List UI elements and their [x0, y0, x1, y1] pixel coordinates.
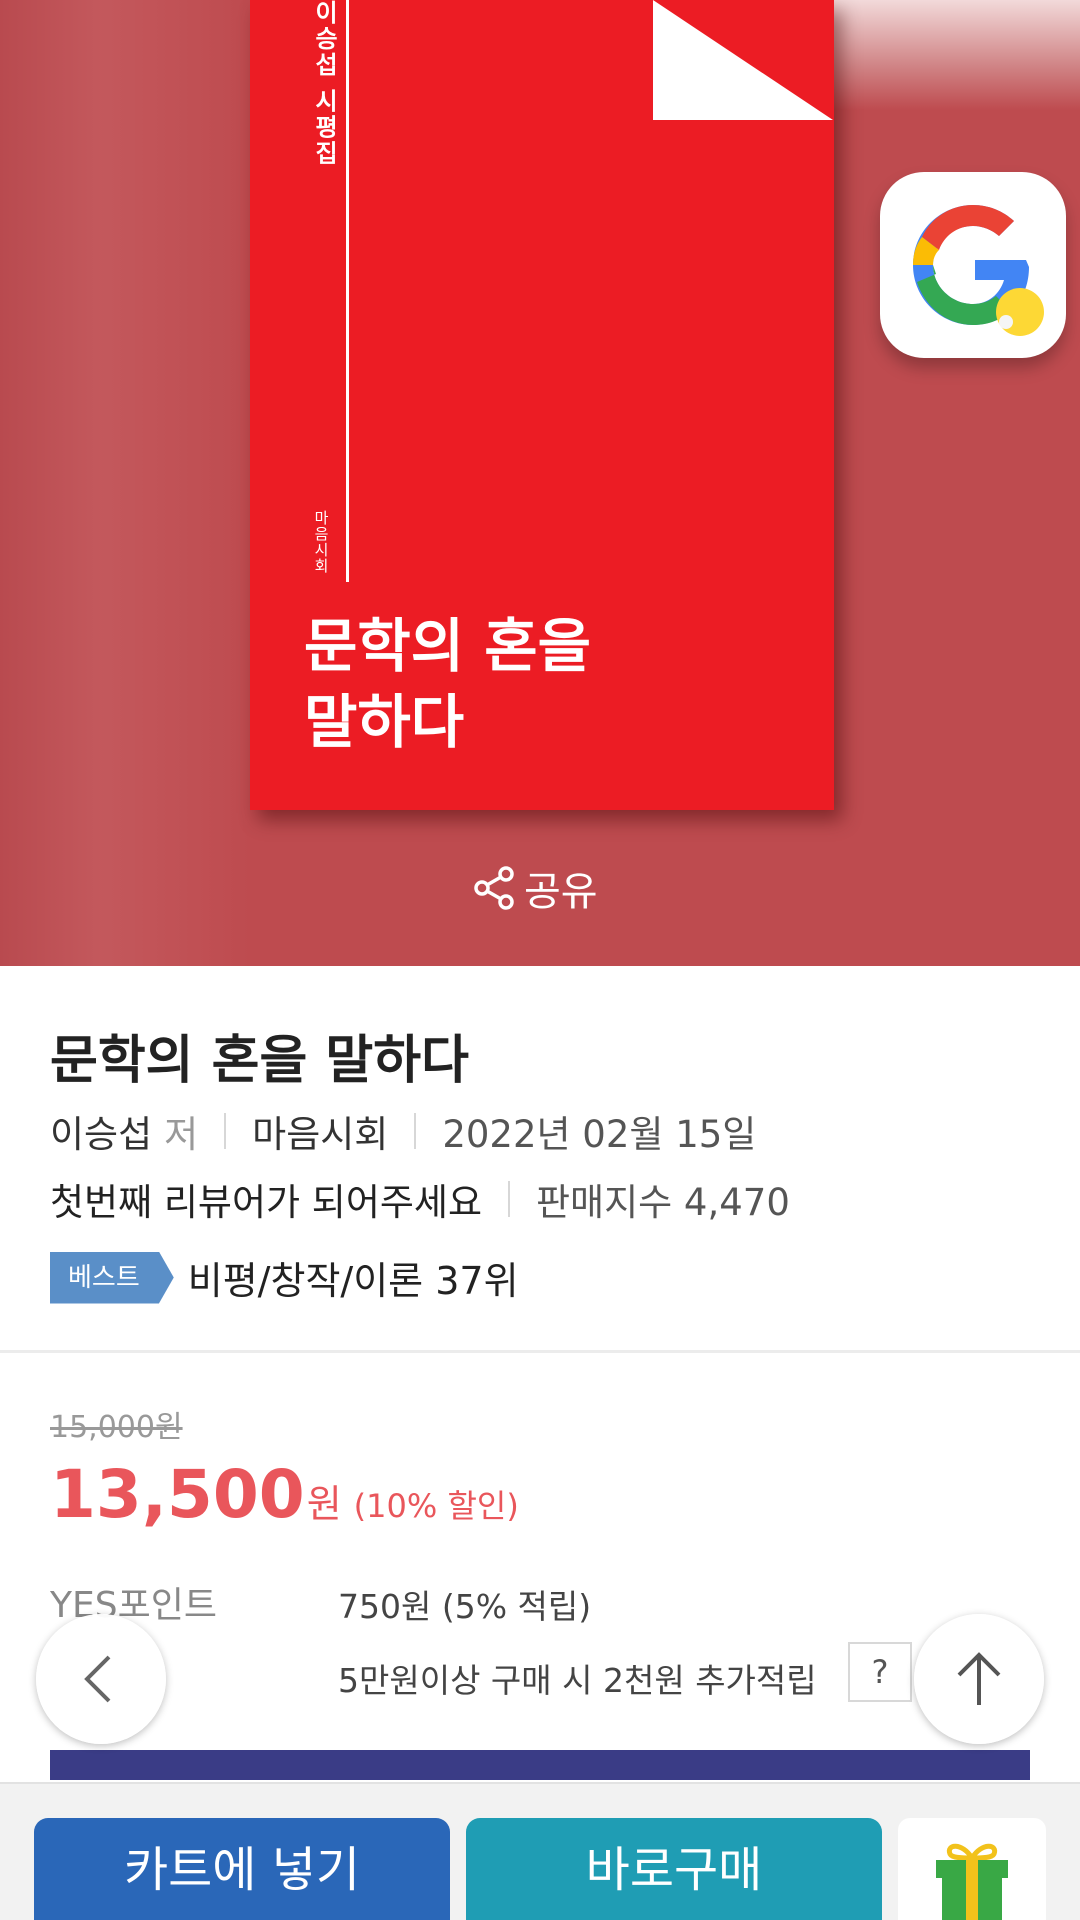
review-sales-row: 첫번째 리뷰어가 되어주세요 판매지수 4,470 [50, 1172, 790, 1226]
scroll-top-button[interactable] [914, 1614, 1044, 1744]
original-price: 15,000원 [50, 1410, 183, 1445]
cover-corner-shape [653, 0, 833, 120]
add-to-cart-button[interactable]: 카트에 넣기 [34, 1818, 450, 1920]
cover-title: 문학의 혼을 말하다 [304, 608, 704, 760]
sale-price-row: 13,500 원 (10% 할인) [50, 1456, 519, 1533]
cover-divider-line [346, 0, 349, 582]
review-prompt-link[interactable]: 첫번째 리뷰어가 되어주세요 [50, 1172, 482, 1226]
promo-banner[interactable] [50, 1750, 1030, 1780]
hero-background [0, 0, 250, 966]
purchase-bar: 카트에 넣기 바로구매 [0, 1782, 1080, 1920]
divider [224, 1113, 227, 1149]
hero-cover-area: 이승섭 시평집 마음시회 문학의 혼을 말하다 공유 [0, 0, 1080, 966]
author-link[interactable]: 이승섭 [50, 1104, 152, 1158]
back-button[interactable] [36, 1614, 166, 1744]
sale-price-unit: 원 [306, 1482, 342, 1526]
author-suffix: 저 [164, 1113, 199, 1156]
cover-publisher-text: 마음시회 [312, 510, 330, 574]
points-help-button[interactable]: ? [848, 1642, 912, 1702]
sales-index: 판매지수 4,470 [536, 1181, 790, 1224]
cover-title-line2: 말하다 [304, 688, 465, 756]
points-value: 750원 (5% 적립) [338, 1587, 592, 1626]
book-cover-image[interactable]: 이승섭 시평집 마음시회 문학의 혼을 말하다 [250, 0, 834, 810]
section-divider [0, 1350, 1080, 1353]
chevron-left-icon [84, 1655, 111, 1703]
cover-title-line1: 문학의 혼을 [304, 612, 591, 680]
best-badge: 베스트 [50, 1251, 174, 1304]
sale-price: 13,500 [50, 1456, 305, 1533]
discount-rate: (10% 할인) [353, 1487, 519, 1525]
publisher-link[interactable]: 마음시회 [252, 1104, 388, 1158]
gift-button[interactable] [898, 1818, 1046, 1920]
share-icon [474, 866, 514, 910]
bestseller-row[interactable]: 베스트 비평/창작/이론 37위 [50, 1250, 519, 1305]
buy-now-button[interactable]: 바로구매 [466, 1818, 882, 1920]
arrow-up-icon [957, 1652, 1001, 1705]
google-app-icon[interactable] [880, 172, 1066, 358]
hero-background-highlight [820, 0, 1080, 110]
divider [508, 1181, 511, 1217]
cover-author-text: 이승섭 시평집 [310, 0, 338, 167]
publish-date: 2022년 02월 15일 [442, 1113, 757, 1156]
share-button[interactable]: 공유 [472, 862, 598, 915]
best-rank: 비평/창작/이론 37위 [187, 1259, 519, 1303]
product-meta-row: 이승섭 저 마음시회 2022년 02월 15일 [50, 1104, 756, 1158]
divider [414, 1113, 417, 1149]
share-label: 공유 [524, 869, 598, 915]
points-extra: 5만원이상 구매 시 2천원 추가적립 [338, 1661, 817, 1700]
product-title: 문학의 혼을 말하다 [50, 1031, 469, 1091]
gift-icon [936, 1843, 1008, 1920]
